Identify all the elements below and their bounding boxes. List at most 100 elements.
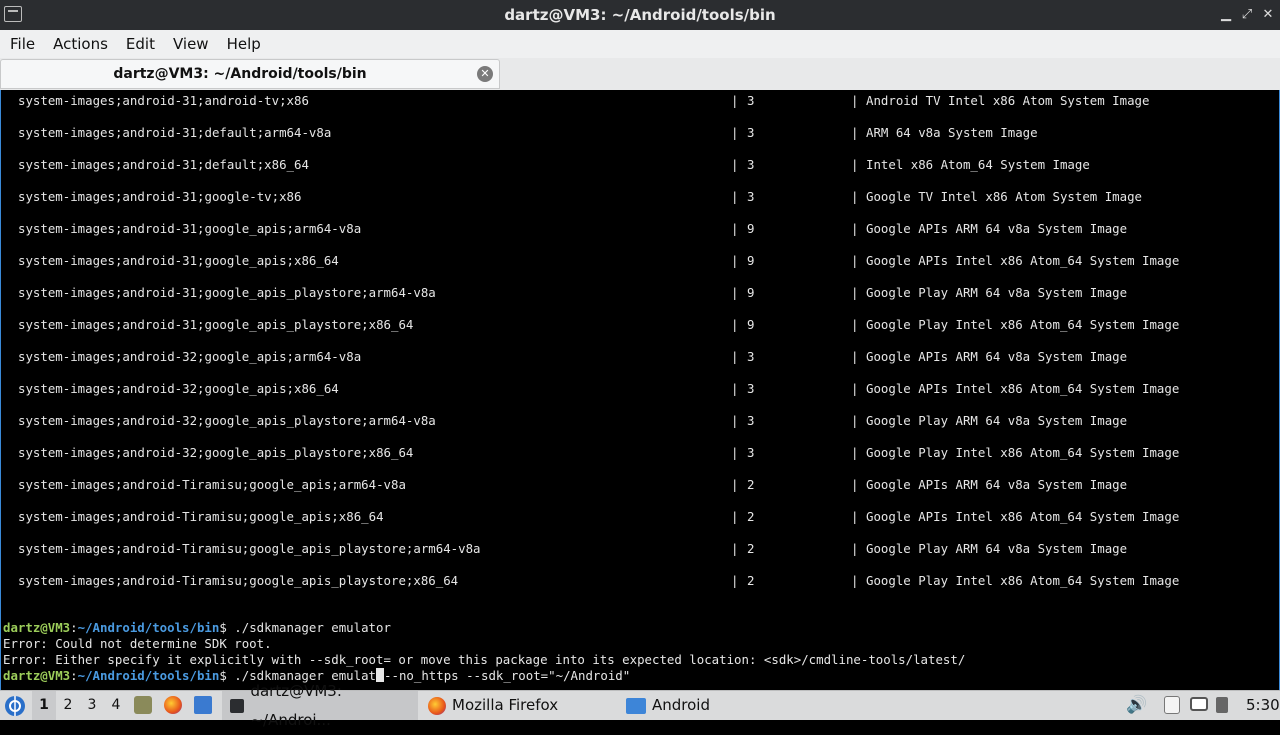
column-separator: | [731, 253, 739, 268]
package-path: system-images;android-32;google_apis;arm… [18, 349, 362, 364]
error-line-2: Error: Either specify it explicitly with… [3, 652, 966, 667]
device-icon [1216, 697, 1228, 713]
column-separator: | [731, 221, 739, 236]
maximize-icon[interactable]: ⤢ [1237, 5, 1257, 25]
terminal-tab[interactable]: dartz@VM3: ~/Android/tools/bin ✕ [0, 59, 500, 89]
package-description: Google APIs Intel x86 Atom_64 System Ima… [866, 381, 1180, 396]
prompt-user: dartz@VM3 [3, 668, 71, 683]
package-version: 9 [747, 317, 755, 332]
package-version: 3 [747, 413, 755, 428]
column-separator: | [851, 381, 859, 396]
package-version: 3 [747, 189, 755, 204]
package-path: system-images;android-31;android-tv;x86 [18, 93, 309, 108]
package-path: system-images;android-31;google-tv;x86 [18, 189, 302, 204]
screen-tray[interactable] [1190, 691, 1208, 720]
prompt-line-1: dartz@VM3:~/Android/tools/bin$ ./sdkmana… [3, 620, 391, 636]
window-title-bar: dartz@VM3: ~/Android/tools/bin ▁ ⤢ ✕ [0, 0, 1280, 30]
clipboard-tray[interactable] [1164, 691, 1180, 720]
workspace-2[interactable]: 2 [56, 691, 80, 720]
menu-help[interactable]: Help [218, 30, 270, 58]
package-version: 3 [747, 157, 755, 172]
start-menu-button[interactable] [4, 691, 28, 720]
workspace-4[interactable]: 4 [104, 691, 128, 720]
prompt-dollar: $ [219, 668, 235, 683]
notification-tray[interactable] [1216, 691, 1228, 720]
task-firefox[interactable]: Mozilla Firefox [420, 691, 616, 720]
package-path: system-images;android-31;google_apis;x86… [18, 253, 339, 268]
column-separator: | [851, 477, 859, 492]
package-description: Google APIs Intel x86 Atom_64 System Ima… [866, 509, 1180, 524]
column-separator: | [731, 509, 739, 524]
package-path: system-images;android-Tiramisu;google_ap… [18, 477, 406, 492]
column-separator: | [731, 157, 739, 172]
menu-file[interactable]: File [0, 30, 44, 58]
package-version: 9 [747, 221, 755, 236]
workspace-3[interactable]: 3 [80, 691, 104, 720]
workspace-1[interactable]: 1 [32, 691, 56, 720]
column-separator: | [731, 285, 739, 300]
package-path: system-images;android-Tiramisu;google_ap… [18, 509, 384, 524]
package-version: 3 [747, 445, 755, 460]
package-version: 2 [747, 509, 755, 524]
menu-bar: File Actions Edit View Help [0, 30, 1280, 59]
column-separator: | [851, 349, 859, 364]
column-separator: | [731, 381, 739, 396]
error-line-1: Error: Could not determine SDK root. [3, 636, 272, 651]
clipboard-icon [1164, 696, 1180, 714]
clock[interactable]: 5:30 [1246, 691, 1280, 720]
prompt-separator: : [70, 668, 78, 683]
firefox-launcher[interactable] [164, 691, 182, 720]
file-manager-icon [134, 696, 152, 714]
prompt-separator: : [70, 620, 78, 635]
start-menu-icon [5, 696, 25, 716]
volume-icon[interactable]: 🔊 [1126, 691, 1147, 720]
tab-label: dartz@VM3: ~/Android/tools/bin [113, 66, 367, 82]
taskbar: 1 2 3 4 dartz@VM3: ~/Androi... Mozilla F… [0, 682, 1280, 729]
column-separator: | [731, 189, 739, 204]
column-separator: | [851, 541, 859, 556]
desktop-icon [194, 696, 212, 714]
package-description: Intel x86 Atom_64 System Image [866, 157, 1090, 172]
column-separator: | [851, 509, 859, 524]
column-separator: | [851, 445, 859, 460]
package-description: Google TV Intel x86 Atom System Image [866, 189, 1143, 204]
tab-close-icon[interactable]: ✕ [477, 66, 493, 82]
package-version: 2 [747, 573, 755, 588]
column-separator: | [851, 413, 859, 428]
close-icon[interactable]: ✕ [1258, 5, 1278, 25]
monitor-icon [1190, 697, 1208, 711]
file-manager-launcher[interactable] [134, 691, 152, 720]
terminal-output[interactable]: system-images;android-31;android-tv;x86 |… [0, 90, 1280, 690]
package-description: Google APIs ARM 64 v8a System Image [866, 349, 1128, 364]
package-path: system-images;android-Tiramisu;google_ap… [18, 573, 459, 588]
package-description: Google Play Intel x86 Atom_64 System Ima… [866, 317, 1180, 332]
minimize-icon[interactable]: ▁ [1216, 5, 1236, 25]
column-separator: | [731, 125, 739, 140]
package-path: system-images;android-32;google_apis_pla… [18, 413, 436, 428]
task-folder[interactable]: Android [618, 691, 814, 720]
column-separator: | [731, 317, 739, 332]
package-description: Google Play ARM 64 v8a System Image [866, 285, 1128, 300]
column-separator: | [851, 125, 859, 140]
task-terminal-label: dartz@VM3: ~/Androi... [250, 681, 342, 729]
menu-edit[interactable]: Edit [117, 30, 164, 58]
tab-bar: dartz@VM3: ~/Android/tools/bin ✕ [0, 58, 1280, 90]
package-version: 3 [747, 381, 755, 396]
task-terminal[interactable]: dartz@VM3: ~/Androi... [222, 682, 418, 729]
column-separator: | [851, 253, 859, 268]
package-description: ARM 64 v8a System Image [866, 125, 1038, 140]
window-title: dartz@VM3: ~/Android/tools/bin [504, 6, 776, 24]
show-desktop-button[interactable] [194, 691, 212, 720]
command-text: ./sdkmanager emulator [234, 620, 391, 635]
task-firefox-label: Mozilla Firefox [452, 696, 559, 714]
firefox-icon [428, 696, 446, 715]
package-path: system-images;android-31;google_apis_pla… [18, 285, 436, 300]
menu-actions[interactable]: Actions [44, 30, 117, 58]
package-description: Google APIs Intel x86 Atom_64 System Ima… [866, 253, 1180, 268]
menu-view[interactable]: View [164, 30, 218, 58]
column-separator: | [731, 349, 739, 364]
task-folder-label: Android [652, 696, 710, 714]
column-separator: | [851, 317, 859, 332]
package-path: system-images;android-32;google_apis;x86… [18, 381, 339, 396]
package-version: 3 [747, 93, 755, 108]
